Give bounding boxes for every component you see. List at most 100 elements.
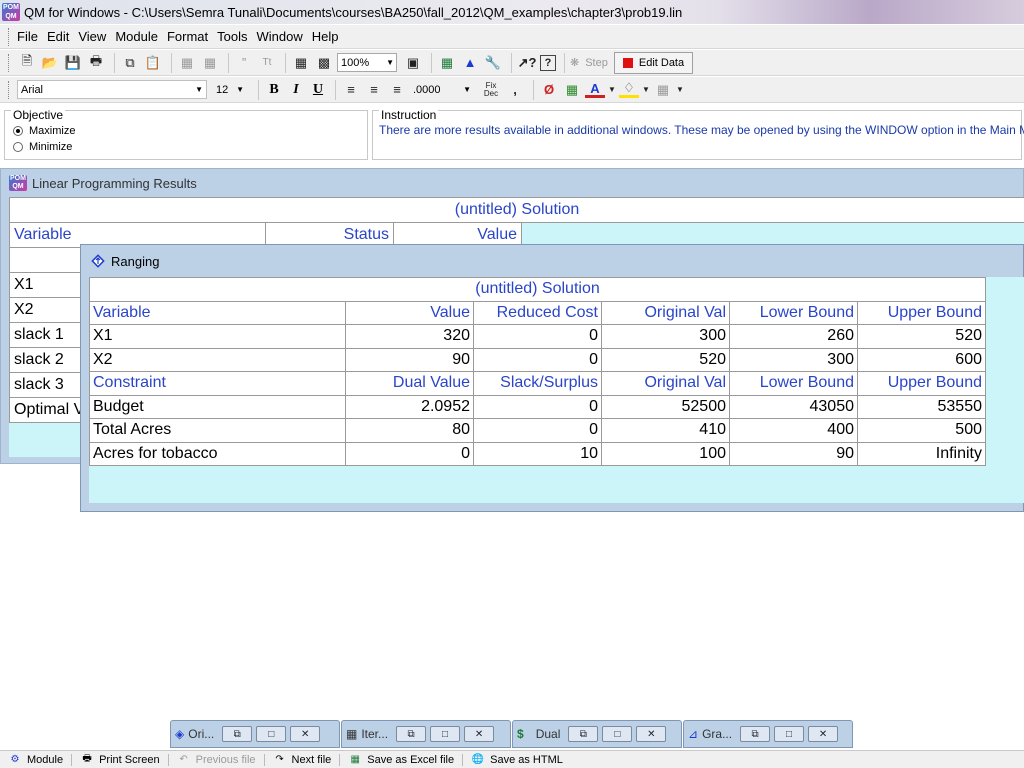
table-cell: 53550 [857,394,986,419]
solution-header: (untitled) Solution [9,197,1024,223]
menu-help[interactable]: Help [312,29,339,44]
save-excel-button[interactable]: ▦ Save as Excel file [348,753,464,766]
minimized-label: Ori... [188,727,215,741]
column-header: Variable [89,300,346,325]
align-right-icon[interactable]: ≡ [387,80,407,100]
table-cell: 100 [601,441,730,466]
menu-format[interactable]: Format [167,29,208,44]
help-cursor-icon[interactable]: ↗? [517,53,537,73]
edit-data-button[interactable]: Edit Data [613,51,694,74]
save-icon[interactable]: 💾 [63,53,83,73]
column-header: Constraint [89,371,346,396]
maximize-icon[interactable]: □ [774,726,805,742]
column-header: Slack/Surplus [473,371,602,396]
print-screen-button[interactable]: 🖶 Print Screen [80,753,169,766]
maximize-icon[interactable]: □ [602,726,633,742]
row-label: Acres for tobacco [89,441,346,466]
restore-icon[interactable]: ⧉ [740,726,771,742]
save-excel-label: Save as Excel file [367,753,455,766]
close-icon[interactable]: ✕ [464,726,495,742]
minimized-window-original[interactable]: ◈ Ori... ⧉ □ ✕ [170,720,340,748]
triangle-chart-icon[interactable]: ▲ [460,53,480,73]
italic-icon[interactable]: I [286,80,306,100]
graph-icon: ⊿ [688,727,699,741]
ranging-window[interactable]: Ranging (untitled) Solution Variable Val… [80,244,1024,512]
colored-columns-icon[interactable]: ▦ [562,80,582,100]
paste-icon[interactable]: 📋 [143,53,163,73]
chevron-down-icon[interactable]: ▼ [676,80,684,100]
fill-color-icon[interactable]: ♢ [619,80,639,98]
menu-view[interactable]: View [78,29,106,44]
copy-icon[interactable]: ⧉ [120,53,140,73]
bold-icon[interactable]: B [264,80,284,100]
row-label: Total Acres [89,418,346,443]
font-value: Arial [21,83,44,96]
maximize-radio[interactable]: Maximize [13,125,75,137]
minimized-label: Gra... [702,727,733,741]
help-icon[interactable]: ? [540,54,556,71]
maximize-icon[interactable]: □ [430,726,461,742]
restore-icon[interactable]: ⧉ [396,726,427,742]
table-cell: 410 [601,418,730,443]
zoom-select[interactable]: 100% ▼ [337,53,397,72]
table-cell: 80 [345,418,474,443]
menu-module[interactable]: Module [115,29,158,44]
row-label: X1 [89,324,346,349]
table-cell: 43050 [729,394,858,419]
close-icon[interactable]: ✕ [636,726,667,742]
align-left-icon[interactable]: ≡ [341,80,361,100]
font-select[interactable]: Arial ▼ [17,80,207,99]
close-icon[interactable]: ✕ [290,726,321,742]
maximize-icon[interactable]: □ [256,726,287,742]
spreadsheet-icon[interactable]: ▦ [437,53,457,73]
grid-icon[interactable]: ▦ [291,53,311,73]
previous-file-button[interactable]: ↶ Previous file [177,753,265,766]
table-row: Variable Value Reduced Cost Original Val… [89,300,986,325]
quote-icon[interactable]: ” [234,53,254,73]
print-icon[interactable]: 🖶 [86,53,106,73]
close-icon[interactable]: ✕ [808,726,839,742]
minimize-radio[interactable]: Minimize [13,141,72,153]
step-button[interactable]: ❋ Step [570,56,608,70]
fix-decimal-icon[interactable]: Fix Dec [480,80,502,100]
next-file-button[interactable]: ↷ Next file [273,753,341,766]
window-icon[interactable]: ▣ [403,53,423,73]
menu-edit[interactable]: Edit [47,29,69,44]
column-header: Lower Bound [729,300,858,325]
save-html-button[interactable]: 🌐 Save as HTML [471,754,571,766]
number-format-select[interactable]: .0000 ▼ [410,80,474,99]
ranging-titlebar[interactable]: Ranging [81,245,1023,277]
table-cell: 300 [729,347,858,372]
table-cell: 0 [345,441,474,466]
font-color-icon[interactable]: A [585,81,605,98]
table-cell: 90 [345,347,474,372]
menu-tools[interactable]: Tools [217,29,247,44]
minimized-window-iterations[interactable]: ▦ Iter... ⧉ □ ✕ [341,720,511,748]
wrench-icon[interactable]: 🔧 [483,53,503,73]
menu-file[interactable]: File [17,29,38,44]
grip-handle [8,80,11,99]
insert-column-icon[interactable]: ▦ [200,53,220,73]
lp-results-titlebar[interactable]: POM QM Linear Programming Results [1,169,1023,197]
minimized-window-graph[interactable]: ⊿ Gra... ⧉ □ ✕ [683,720,853,748]
underline-icon[interactable]: U [308,80,328,100]
menu-window[interactable]: Window [256,29,302,44]
text-case-icon[interactable]: Tt [257,53,277,73]
table-cell: 320 [345,324,474,349]
font-size-select[interactable]: 12 ▼ [213,80,247,99]
module-button[interactable]: ⚙ Module [8,753,73,766]
new-file-icon[interactable]: 🗎 [17,53,37,73]
insert-row-icon[interactable]: ▦ [177,53,197,73]
restore-icon[interactable]: ⧉ [222,726,253,742]
chevron-down-icon[interactable]: ▼ [642,80,650,100]
minimized-window-dual[interactable]: $ Dual ⧉ □ ✕ [512,720,682,748]
chevron-down-icon[interactable]: ▼ [608,80,616,100]
comma-icon[interactable]: , [505,80,525,100]
align-center-icon[interactable]: ≡ [364,80,384,100]
grid-dense-icon[interactable]: ▩ [314,53,334,73]
restore-icon[interactable]: ⧉ [568,726,599,742]
open-folder-icon[interactable]: 📂 [40,53,60,73]
lp-results-title: Linear Programming Results [32,175,197,191]
zero-icon[interactable]: Ø [539,80,559,100]
borders-icon[interactable]: ▦ [653,80,673,100]
